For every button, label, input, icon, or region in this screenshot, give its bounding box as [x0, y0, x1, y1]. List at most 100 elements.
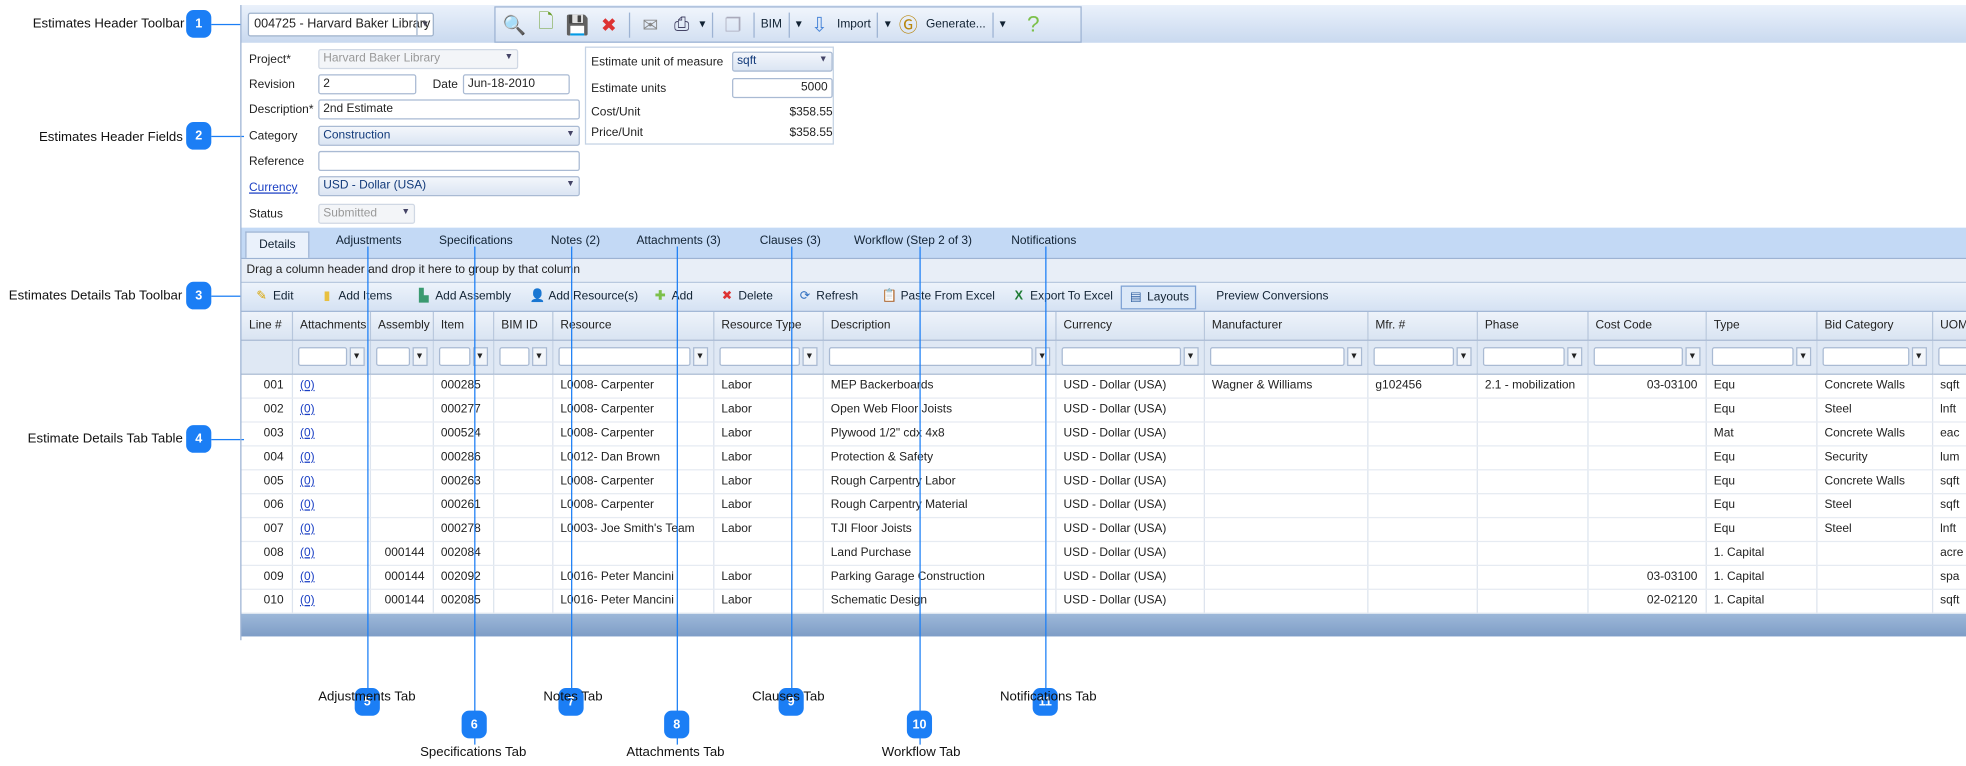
- column-filter[interactable]: ▼: [822, 339, 1056, 375]
- preview-conversions-button[interactable]: Preview Conversions: [1216, 289, 1328, 303]
- filter-icon[interactable]: ▼: [1455, 347, 1471, 367]
- table-row[interactable]: 004 (0) 000286 L0012- Dan Brown Labor Protect…: [241, 445, 1966, 470]
- paste-from-excel-button[interactable]: 📋 Paste From Excel: [882, 289, 995, 303]
- tab-details[interactable]: Details: [245, 231, 310, 258]
- column-filter[interactable]: ▼: [1816, 339, 1933, 375]
- attachments-link[interactable]: (0): [300, 570, 315, 584]
- add-items-button[interactable]: ▮ Add Items: [319, 289, 393, 303]
- column-header[interactable]: BIM ID: [493, 311, 553, 341]
- attachments-link[interactable]: (0): [300, 450, 315, 464]
- attachments-link[interactable]: (0): [300, 546, 315, 560]
- filter-input[interactable]: [828, 347, 1033, 367]
- filter-icon[interactable]: ▼: [349, 347, 365, 367]
- column-filter[interactable]: [241, 339, 293, 375]
- email-icon[interactable]: ✉: [636, 13, 664, 35]
- tab-specifications[interactable]: Specifications: [439, 234, 513, 248]
- filter-icon[interactable]: ▼: [1911, 347, 1927, 367]
- tab-notifications[interactable]: Notifications: [1011, 234, 1076, 248]
- filter-icon[interactable]: ▼: [1684, 347, 1700, 367]
- filter-input[interactable]: [1937, 347, 1966, 367]
- attachments-link[interactable]: (0): [300, 426, 315, 440]
- filter-input[interactable]: [1482, 347, 1565, 367]
- copy-icon[interactable]: ❐: [719, 13, 747, 35]
- filter-icon[interactable]: ▼: [1566, 347, 1582, 367]
- column-header[interactable]: Line #: [241, 311, 293, 341]
- table-row[interactable]: 010 (0) 000144 002085 L0016- Peter Mancini La…: [241, 588, 1966, 614]
- filter-input[interactable]: [1060, 347, 1181, 367]
- import-dropdown-icon[interactable]: ▾: [885, 18, 891, 32]
- units-field[interactable]: 5000: [732, 77, 833, 99]
- add-button[interactable]: ✚ Add: [653, 289, 693, 303]
- column-filter[interactable]: ▼: [291, 339, 371, 375]
- table-row[interactable]: 009 (0) 000144 002092 L0016- Peter Mancini La…: [241, 564, 1966, 590]
- group-by-panel[interactable]: Drag a column header and drop it here to…: [241, 259, 1966, 284]
- generate-button[interactable]: Generate...: [926, 18, 986, 32]
- column-filter[interactable]: ▼: [1055, 339, 1205, 375]
- filter-input[interactable]: [438, 347, 470, 367]
- layouts-button[interactable]: ▤ Layouts: [1120, 285, 1197, 310]
- filter-icon[interactable]: ▼: [1346, 347, 1362, 367]
- category-select[interactable]: Construction ▼: [318, 125, 580, 146]
- filter-icon[interactable]: ▼: [411, 347, 428, 367]
- estimate-select[interactable]: 004725 - Harvard Baker Library - ▼: [247, 12, 434, 37]
- column-header[interactable]: Resource Type: [713, 311, 824, 341]
- column-filter[interactable]: ▼: [432, 339, 494, 375]
- column-filter[interactable]: ▼: [1476, 339, 1588, 375]
- filter-input[interactable]: [297, 347, 347, 367]
- column-filter[interactable]: ▼: [493, 339, 553, 375]
- attachments-link[interactable]: (0): [300, 474, 315, 488]
- filter-input[interactable]: [557, 347, 690, 367]
- column-header[interactable]: Type: [1705, 311, 1817, 341]
- tab-workflow[interactable]: Workflow (Step 2 of 3): [854, 234, 972, 248]
- column-header[interactable]: Item: [432, 311, 494, 341]
- table-row[interactable]: 006 (0) 000261 L0008- Carpenter Labor Rough C…: [241, 493, 1966, 518]
- filter-input[interactable]: [498, 347, 529, 367]
- import-button[interactable]: Import: [837, 18, 871, 32]
- filter-input[interactable]: [1372, 347, 1454, 367]
- revision-field[interactable]: 2: [318, 74, 417, 95]
- attachments-link[interactable]: (0): [300, 594, 315, 608]
- table-row[interactable]: 002 (0) 000277 L0008- Carpenter Labor Open We…: [241, 397, 1966, 422]
- tab-attachments[interactable]: Attachments (3): [636, 234, 720, 248]
- table-row[interactable]: 003 (0) 000524 L0008- Carpenter Labor Plywood…: [241, 421, 1966, 446]
- column-header[interactable]: Manufacturer: [1203, 311, 1368, 341]
- filter-input[interactable]: [1821, 347, 1909, 367]
- description-field[interactable]: 2nd Estimate: [318, 99, 580, 120]
- column-filter[interactable]: ▼: [1367, 339, 1478, 375]
- column-filter[interactable]: ▼: [1705, 339, 1817, 375]
- attachments-link[interactable]: (0): [300, 379, 315, 393]
- currency-link[interactable]: Currency: [249, 181, 297, 195]
- column-header[interactable]: Cost Code: [1587, 311, 1707, 341]
- column-header[interactable]: Attachments: [291, 311, 371, 341]
- filter-input[interactable]: [1711, 347, 1793, 367]
- filter-input[interactable]: [1593, 347, 1683, 367]
- filter-input[interactable]: [375, 347, 410, 367]
- generate-dropdown-icon[interactable]: ▾: [1000, 18, 1006, 32]
- search-icon[interactable]: 🔍: [501, 13, 529, 35]
- new-document-icon[interactable]: 🗋: [532, 9, 560, 40]
- date-field[interactable]: Jun-18-2010: [462, 74, 570, 95]
- bim-button[interactable]: BIM: [761, 18, 782, 32]
- export-to-excel-button[interactable]: X Export To Excel: [1011, 289, 1113, 303]
- filter-icon[interactable]: ▼: [1034, 347, 1050, 367]
- column-filter[interactable]: ▼: [369, 339, 434, 375]
- tab-notes[interactable]: Notes (2): [551, 234, 600, 248]
- edit-button[interactable]: ✎ Edit: [254, 289, 293, 303]
- help-icon[interactable]: ?: [1019, 11, 1047, 37]
- chevron-down-icon[interactable]: ▼: [416, 13, 432, 36]
- save-icon[interactable]: 💾: [563, 13, 591, 35]
- column-filter[interactable]: ▼: [1931, 339, 1966, 375]
- status-select[interactable]: Submitted ▼: [318, 203, 416, 224]
- attachments-link[interactable]: (0): [300, 402, 315, 416]
- bim-dropdown-icon[interactable]: ▾: [796, 18, 802, 32]
- column-header[interactable]: Description: [822, 311, 1056, 341]
- attachments-link[interactable]: (0): [300, 522, 315, 536]
- delete-button[interactable]: ✖ Delete: [719, 289, 773, 303]
- table-row[interactable]: 005 (0) 000263 L0008- Carpenter Labor Rough C…: [241, 469, 1966, 494]
- add-resources-button[interactable]: 👤 Add Resource(s): [530, 289, 639, 303]
- table-row[interactable]: 001 (0) 000285 L0008- Carpenter Labor MEP Bac…: [241, 373, 1966, 399]
- column-header[interactable]: Resource: [552, 311, 714, 341]
- column-header[interactable]: Mfr. #: [1367, 311, 1478, 341]
- filter-icon[interactable]: ▼: [1182, 347, 1199, 367]
- tab-adjustments[interactable]: Adjustments: [336, 234, 402, 248]
